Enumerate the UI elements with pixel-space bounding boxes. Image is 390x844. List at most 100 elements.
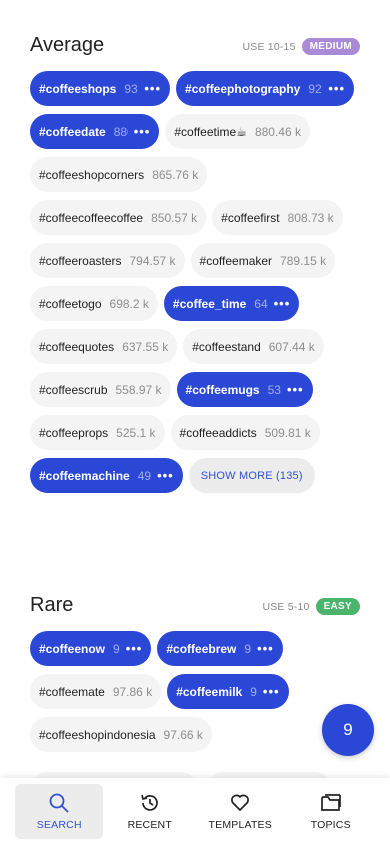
hashtag-count: 794.57 k: [129, 253, 176, 268]
hashtag-count: 509.81 k: [264, 425, 311, 440]
hashtag-label: #coffeeshops: [39, 81, 117, 96]
average-section: Average USE 10-15 MEDIUM #coffeeshops 937…: [30, 34, 360, 493]
selected-count-button[interactable]: 9: [322, 704, 374, 756]
hashtag-count: 808.73 k: [287, 210, 334, 225]
show-more-button[interactable]: SHOW MORE (135): [188, 458, 315, 493]
rare-use-range: USE 5-10: [262, 600, 310, 613]
hashtag-count: 698.2 k: [109, 296, 149, 311]
hashtag-chip[interactable]: #coffeequotes 637.55 k: [30, 329, 178, 364]
hashtag-count: 53: [267, 382, 281, 397]
bottom-navigation: SEARCH RECENT TEMPLATES TOPICS: [0, 778, 390, 844]
average-meta: USE 10-15 MEDIUM: [242, 38, 360, 55]
hashtag-chip[interactable]: #coffeephotography 920 •••: [176, 71, 355, 106]
more-options-icon[interactable]: •••: [328, 81, 345, 96]
rare-title: Rare: [30, 594, 74, 616]
hashtag-chip[interactable]: #coffeemugs 53 •••: [176, 372, 313, 407]
hashtag-count: 9: [244, 641, 252, 656]
hashtag-label: #coffeeshopcorners: [39, 167, 145, 182]
more-options-icon[interactable]: •••: [257, 641, 274, 656]
average-title: Average: [30, 34, 105, 56]
hashtag-label: #coffeequotes: [39, 339, 115, 354]
average-chip-list: #coffeeshops 937 ••• #coffeephotography 920 •…: [30, 71, 360, 493]
more-options-icon[interactable]: •••: [263, 684, 280, 699]
hashtag-chip[interactable]: #coffee_time 64 •••: [163, 286, 300, 321]
nav-search[interactable]: SEARCH: [15, 784, 104, 839]
more-options-icon[interactable]: •••: [144, 81, 161, 96]
hashtag-chip[interactable]: #coffeenow 9 •••: [30, 631, 152, 666]
hashtag-label: #coffeefirst: [221, 210, 280, 225]
more-options-icon[interactable]: •••: [287, 382, 304, 397]
rare-meta: USE 5-10 EASY: [262, 598, 360, 615]
more-options-icon[interactable]: •••: [274, 296, 291, 311]
recent-icon: [140, 794, 158, 811]
more-options-icon[interactable]: •••: [134, 124, 151, 139]
nav-search-label: SEARCH: [36, 819, 82, 831]
hashtag-chip[interactable]: #coffeebrew 9 •••: [157, 631, 283, 666]
hashtag-count: 9: [250, 684, 257, 699]
hashtag-label: #coffeeroasters: [39, 253, 122, 268]
more-options-icon[interactable]: •••: [157, 468, 174, 483]
hashtag-chip[interactable]: #coffeeroasters 794.57 k: [30, 243, 185, 278]
nav-topics-label: TOPICS: [310, 819, 351, 831]
hashtag-chip[interactable]: #coffeecoffeecoffee 850.57 k: [30, 200, 207, 235]
hashtag-count: 920: [308, 81, 322, 96]
hashtag-label: #coffeemaker: [199, 253, 273, 268]
hashtag-label: #coffeeshopindonesia: [39, 727, 156, 742]
hashtag-count: 558.97 k: [115, 382, 162, 397]
hashtag-label: #coffee_time: [172, 296, 247, 311]
hashtag-chip[interactable]: #coffeemaker 789.15 k: [190, 243, 336, 278]
hashtag-count: 607.44 k: [268, 339, 315, 354]
hashtag-count: 64: [254, 296, 268, 311]
hashtag-label: #coffeeprops: [39, 425, 109, 440]
hashtag-count: 880: [113, 124, 128, 139]
hashtag-chip[interactable]: #coffeetogo 698.2 k: [30, 286, 158, 321]
hashtag-label: #coffeecoffeecoffee: [39, 210, 144, 225]
hashtag-count: 525.1 k: [116, 425, 156, 440]
hashtag-chip[interactable]: #coffeestand 607.44 k: [183, 329, 324, 364]
hashtag-count: 865.76 k: [152, 167, 199, 182]
hashtag-label: #coffeemate: [39, 684, 105, 699]
heart-icon: [231, 794, 250, 812]
hashtag-label: #coffeemugs: [185, 382, 260, 397]
hashtag-chip[interactable]: #coffeefirst 808.73 k: [212, 200, 343, 235]
hashtag-count: 937: [124, 81, 138, 96]
hashtag-label: #coffeescrub: [39, 382, 108, 397]
hashtag-label: #coffeetogo: [39, 296, 102, 311]
hashtag-count: 880.46 k: [254, 124, 301, 139]
hashtag-chip[interactable]: #coffeeaddicts 509.81 k: [170, 415, 320, 450]
nav-recent[interactable]: RECENT: [106, 784, 194, 839]
hashtag-chip[interactable]: #coffeeshops 937 •••: [30, 71, 171, 106]
hashtag-label: #coffeetime☕: [174, 124, 247, 139]
hashtag-chip[interactable]: #coffeeshopindonesia 97.66 k: [30, 717, 212, 752]
hashtag-chip[interactable]: #coffeeprops 525.1 k: [30, 415, 165, 450]
hashtag-chip[interactable]: #coffeescrub 558.97 k: [30, 372, 171, 407]
folder-icon: [320, 794, 341, 811]
search-icon: [49, 793, 69, 813]
rare-header: Rare USE 5-10 EASY: [30, 594, 360, 624]
hashtag-chip[interactable]: #coffeemate 97.86 k: [30, 674, 162, 709]
hashtag-count: 97.66 k: [163, 727, 203, 742]
hashtag-label: #coffeebrew: [166, 641, 237, 656]
hashtag-label: #coffeedate: [39, 124, 106, 139]
hashtag-label: #coffeestand: [192, 339, 261, 354]
hashtag-label: #coffeeaddicts: [179, 425, 257, 440]
hashtag-label: #coffeemilk: [176, 684, 243, 699]
selected-count: 9: [343, 720, 353, 739]
hashtag-chip[interactable]: #coffeemachine 49 •••: [30, 458, 183, 493]
more-options-icon[interactable]: •••: [126, 641, 143, 656]
hashtag-count: 637.55 k: [122, 339, 169, 354]
hashtag-chip[interactable]: #coffeetime☕ 880.46 k: [165, 114, 310, 149]
hashtag-chip[interactable]: #coffeeshopcorners 865.76 k: [30, 157, 208, 192]
nav-templates[interactable]: TEMPLATES: [196, 784, 284, 839]
hashtag-count: 9: [113, 641, 120, 656]
rare-section: Rare USE 5-10 EASY #coffeenow 9 ••• #coffee…: [30, 594, 360, 752]
hashtag-chip[interactable]: #coffeemilk 9 •••: [167, 674, 289, 709]
nav-recent-label: RECENT: [127, 819, 172, 831]
hashtag-label: #coffeenow: [39, 641, 106, 656]
nav-topics[interactable]: TOPICS: [287, 784, 375, 839]
hashtag-count: 49: [137, 468, 152, 483]
difficulty-badge-medium: MEDIUM: [301, 38, 360, 55]
hashtag-chip[interactable]: #coffeedate 880 •••: [30, 114, 160, 149]
hashtag-count: 97.86 k: [112, 684, 153, 699]
rare-chip-list: #coffeenow 9 ••• #coffeebrew 9 ••• #coffeemate…: [30, 631, 360, 752]
